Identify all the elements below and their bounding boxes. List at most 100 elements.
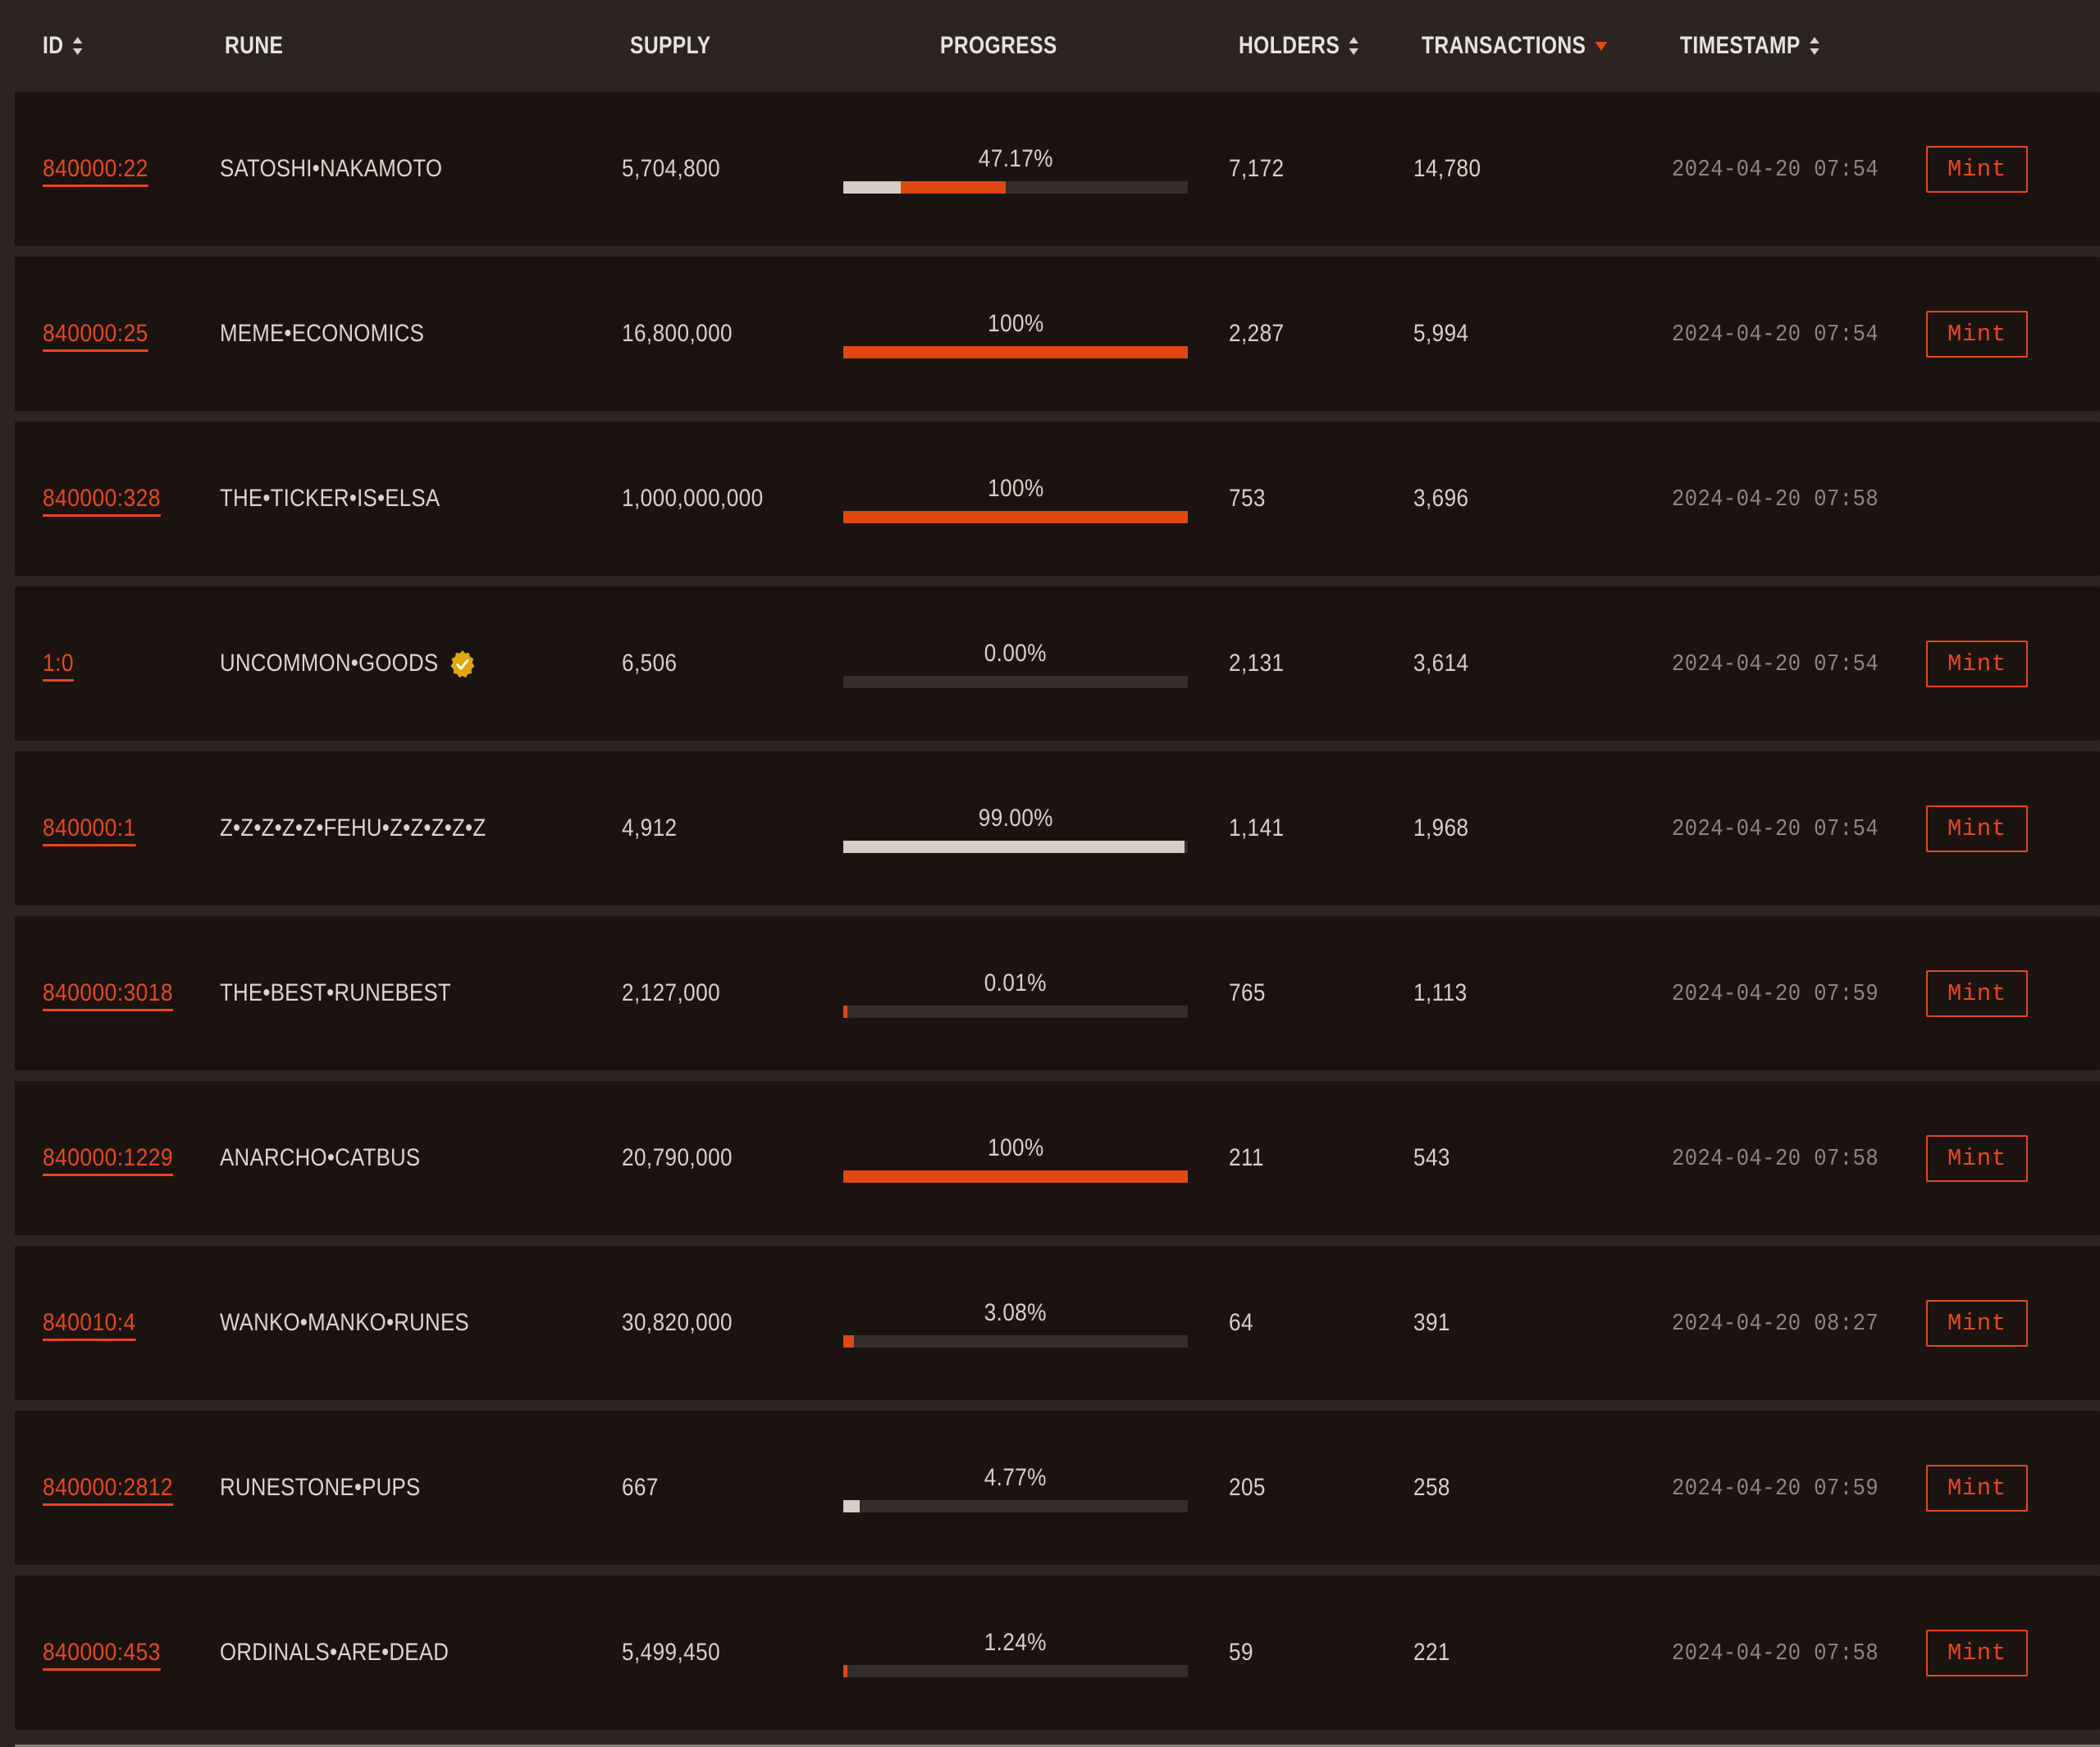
- mint-button[interactable]: Mint: [1926, 1629, 2028, 1676]
- column-header-progress-label: PROGRESS: [940, 32, 1057, 59]
- cell-id: 1:0: [15, 650, 220, 677]
- mint-button[interactable]: Mint: [1926, 1134, 2028, 1182]
- progress-mint-fill: [843, 1170, 1188, 1183]
- progress-percent-label: 100%: [987, 309, 1044, 337]
- rune-id-link[interactable]: 840010:4: [43, 1309, 136, 1337]
- sort-updown-icon[interactable]: [71, 35, 84, 57]
- header-cell-progress: PROGRESS: [843, 32, 1229, 60]
- rune-id-link[interactable]: 840000:1: [43, 814, 136, 842]
- table-row[interactable]: 840000:328 THE•TICKER•IS•ELSA 1,000,000,00…: [15, 422, 2100, 576]
- supply-value: 5,704,800: [622, 155, 721, 182]
- rune-id-link[interactable]: 840000:2812: [43, 1474, 173, 1502]
- holders-value: 1,141: [1229, 814, 1285, 842]
- progress-track: [843, 1664, 1188, 1677]
- header-cell-transactions: TRANSACTIONS: [1413, 32, 1672, 60]
- table-row[interactable]: 840000:1 Z•Z•Z•Z•Z•FEHU•Z•Z•Z•Z•Z 4,912 99.…: [15, 751, 2100, 905]
- mint-button[interactable]: Mint: [1926, 310, 2028, 358]
- cell-progress: 0.01%: [843, 969, 1229, 1018]
- holders-value: 211: [1229, 1144, 1264, 1171]
- supply-value: 5,499,450: [622, 1639, 721, 1666]
- timestamp-value: 2024-04-20 08:27: [1672, 1309, 1879, 1337]
- cell-timestamp: 2024-04-20 07:54: [1672, 156, 1926, 183]
- table-row[interactable]: 840000:453 ORDINALS•ARE•DEAD 5,499,450 1.24…: [15, 1576, 2100, 1730]
- mint-button[interactable]: Mint: [1926, 805, 2028, 852]
- rune-name: Z•Z•Z•Z•Z•FEHU•Z•Z•Z•Z•Z: [220, 814, 486, 842]
- progress-percent-label: 100%: [987, 1133, 1044, 1161]
- mint-button[interactable]: Mint: [1926, 969, 2028, 1017]
- cell-transactions: 1,968: [1413, 814, 1672, 842]
- cell-transactions: 543: [1413, 1144, 1672, 1172]
- supply-value: 20,790,000: [622, 1144, 733, 1171]
- table-row[interactable]: 840000:3018 THE•BEST•RUNEBEST 2,127,000 0.0…: [15, 916, 2100, 1070]
- transactions-value: 258: [1413, 1474, 1450, 1501]
- cell-progress: 99.00%: [843, 805, 1229, 853]
- cell-action: Mint: [1926, 805, 2082, 852]
- rune-name-text: THE•TICKER•IS•ELSA: [220, 485, 441, 512]
- cell-action: Mint: [1926, 1299, 2082, 1347]
- transactions-value: 3,696: [1413, 485, 1469, 512]
- progress-bar: 100%: [843, 310, 1188, 358]
- cell-id: 840000:328: [15, 485, 220, 513]
- mint-button[interactable]: Mint: [1926, 1464, 2028, 1512]
- progress-track: [843, 1334, 1188, 1348]
- table-row[interactable]: 840000:1229 ANARCHO•CATBUS 20,790,000 100% 2…: [15, 1081, 2100, 1235]
- rune-name: ORDINALS•ARE•DEAD: [220, 1639, 449, 1667]
- cell-progress: 100%: [843, 310, 1229, 358]
- cell-id: 840000:2812: [15, 1474, 220, 1502]
- column-header-id[interactable]: ID: [43, 32, 85, 60]
- holders-value: 205: [1229, 1474, 1266, 1501]
- sort-updown-icon[interactable]: [1348, 35, 1361, 57]
- cell-id: 840000:453: [15, 1639, 220, 1667]
- rune-id-link[interactable]: 840000:1229: [43, 1144, 173, 1172]
- chevron-down-icon[interactable]: [1594, 35, 1608, 57]
- rune-id-link[interactable]: 840000:3018: [43, 979, 173, 1007]
- header-cell-supply: SUPPLY: [622, 32, 843, 60]
- cell-timestamp: 2024-04-20 07:59: [1672, 1475, 1926, 1502]
- progress-percent-label: 3.08%: [984, 1298, 1048, 1326]
- progress-bar: 0.01%: [843, 969, 1188, 1018]
- cell-supply: 6,506: [622, 650, 843, 677]
- cell-holders: 2,287: [1229, 320, 1413, 348]
- cell-progress: 100%: [843, 1134, 1229, 1183]
- rune-id-link[interactable]: 1:0: [43, 650, 74, 677]
- mint-button[interactable]: Mint: [1926, 640, 2028, 687]
- header-cell-id: ID: [15, 32, 220, 60]
- mint-button[interactable]: Mint: [1926, 1299, 2028, 1347]
- cell-holders: 205: [1229, 1474, 1413, 1502]
- rune-id-link[interactable]: 840000:25: [43, 320, 148, 348]
- cell-holders: 64: [1229, 1309, 1413, 1337]
- cell-supply: 30,820,000: [622, 1309, 843, 1337]
- progress-bar: 100%: [843, 475, 1188, 523]
- column-header-timestamp[interactable]: TIMESTAMP: [1680, 32, 1822, 60]
- table-body: 840000:22 SATOSHI•NAKAMOTO 5,704,800 47.17%…: [15, 92, 2100, 1730]
- table-row[interactable]: 840000:2812 RUNESTONE•PUPS 667 4.77% 205 258 2…: [15, 1411, 2100, 1565]
- rune-name-text: MEME•ECONOMICS: [220, 320, 425, 347]
- rune-id-link[interactable]: 840000:22: [43, 155, 148, 183]
- cell-supply: 1,000,000,000: [622, 485, 843, 513]
- column-header-timestamp-label: TIMESTAMP: [1680, 32, 1801, 59]
- mint-button[interactable]: Mint: [1926, 145, 2028, 193]
- column-header-transactions[interactable]: TRANSACTIONS: [1422, 32, 1608, 60]
- progress-mint-fill: [843, 1005, 848, 1018]
- sort-updown-icon[interactable]: [1809, 35, 1822, 57]
- cell-holders: 1,141: [1229, 814, 1413, 842]
- progress-track: [843, 180, 1188, 194]
- progress-percent-label: 100%: [987, 474, 1044, 502]
- rune-name-text: ANARCHO•CATBUS: [220, 1144, 421, 1171]
- table-row[interactable]: 1:0 UNCOMMON•GOODS 6,506 0.00% 2,131 3,614 202…: [15, 586, 2100, 741]
- progress-bar: 0.00%: [843, 640, 1188, 688]
- rune-id-link[interactable]: 840000:453: [43, 1639, 161, 1667]
- cell-action: Mint: [1926, 640, 2082, 687]
- table-row[interactable]: 840000:22 SATOSHI•NAKAMOTO 5,704,800 47.17%…: [15, 92, 2100, 246]
- cell-rune: MEME•ECONOMICS: [220, 320, 622, 348]
- column-header-holders[interactable]: HOLDERS: [1239, 32, 1361, 60]
- table-row[interactable]: 840010:4 WANKO•MANKO•RUNES 30,820,000 3.08%…: [15, 1246, 2100, 1400]
- progress-bar: 100%: [843, 1134, 1188, 1183]
- rune-name-text: WANKO•MANKO•RUNES: [220, 1309, 469, 1336]
- timestamp-value: 2024-04-20 07:54: [1672, 155, 1879, 183]
- table-row[interactable]: 840000:25 MEME•ECONOMICS 16,800,000 100% 2,2…: [15, 257, 2100, 411]
- cell-holders: 765: [1229, 979, 1413, 1007]
- column-header-id-label: ID: [43, 32, 64, 59]
- rune-id-link[interactable]: 840000:328: [43, 485, 161, 513]
- column-header-supply-label: SUPPLY: [630, 32, 711, 59]
